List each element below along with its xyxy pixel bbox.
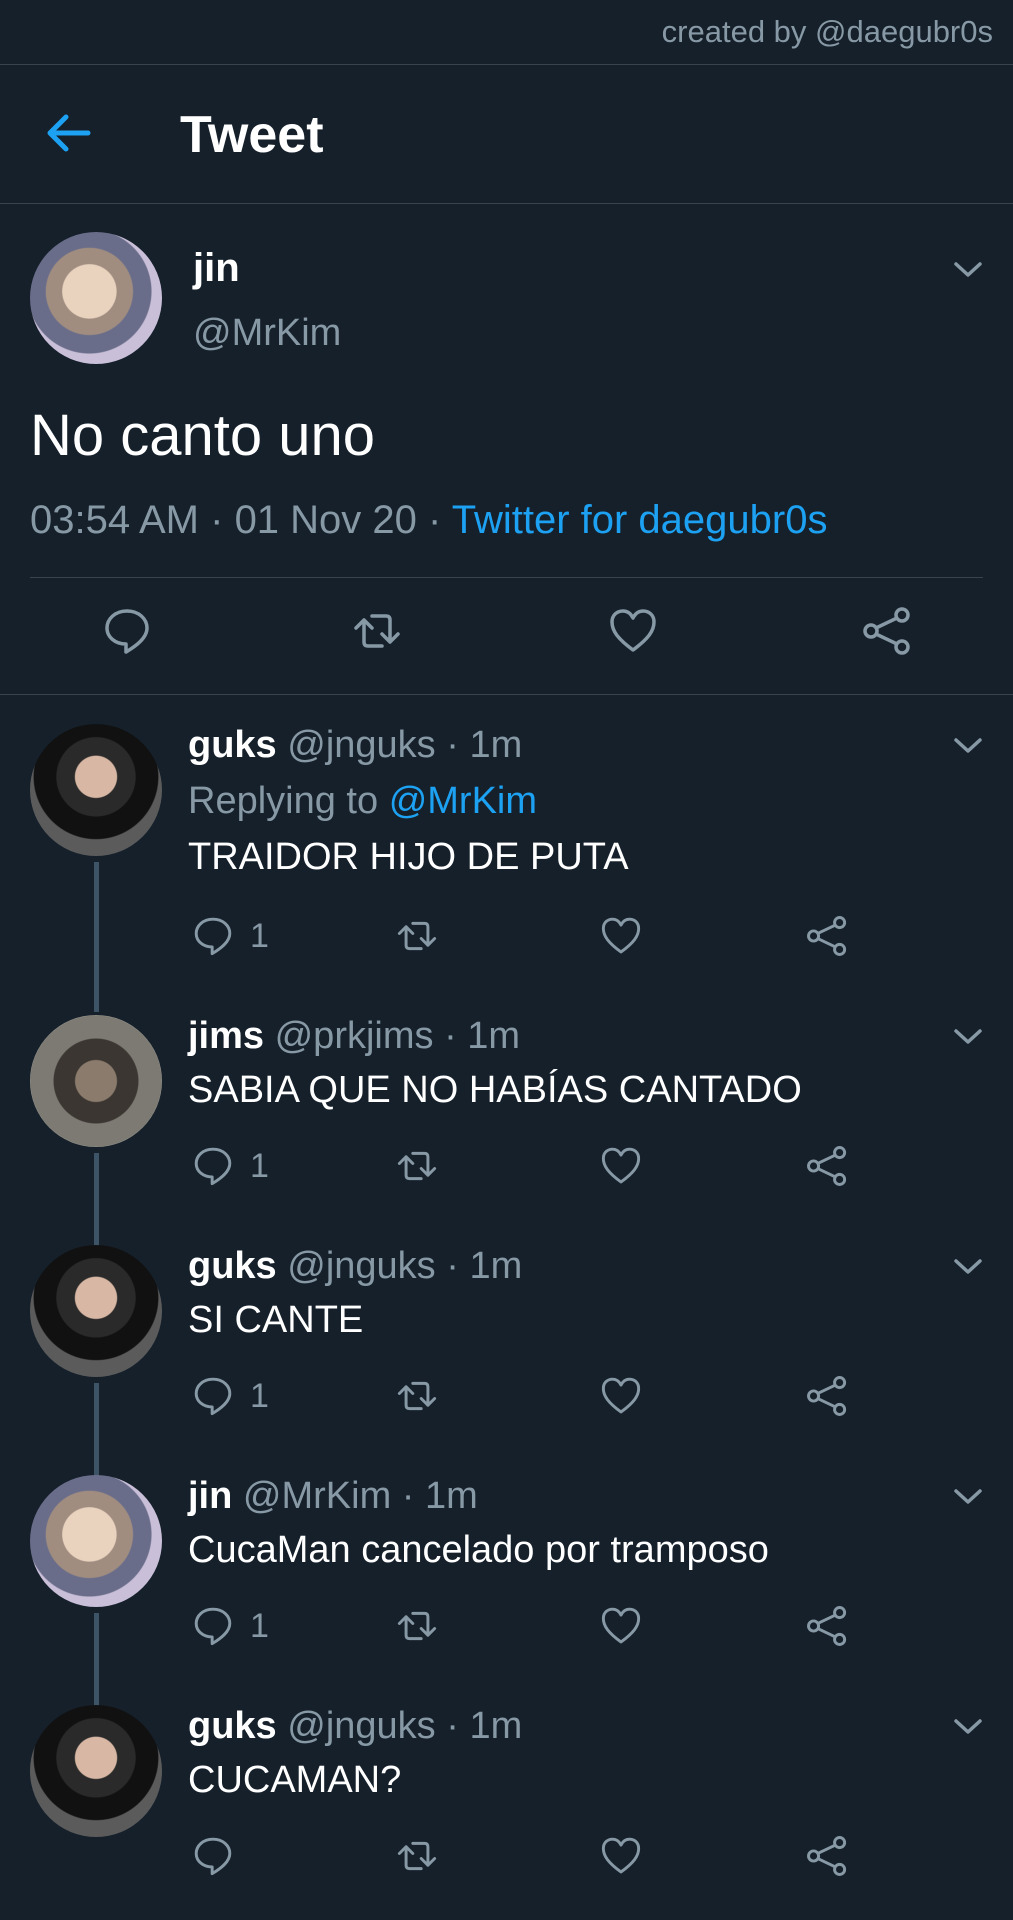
author-handle[interactable]: @jnguks [287, 1245, 435, 1287]
reply-time: 1m [469, 1705, 523, 1747]
replying-to: Replying to @MrKim [188, 780, 537, 823]
back-arrow-icon[interactable] [44, 111, 92, 155]
reply-header: guks @jnguks · 1m [188, 724, 523, 766]
like-heart-icon[interactable] [600, 1835, 642, 1877]
author-name[interactable]: jims [188, 1015, 264, 1057]
author-name[interactable]: guks [188, 724, 277, 766]
reply-header: jin @MrKim · 1m [188, 1475, 478, 1517]
avatar[interactable] [30, 1475, 162, 1607]
author-handle[interactable]: @MrKim [193, 312, 341, 355]
reply-text: SI CANTE [188, 1299, 364, 1341]
reply-actions: 1 [0, 915, 1013, 965]
chevron-down-icon[interactable] [953, 736, 983, 756]
like-heart-icon[interactable] [600, 1375, 642, 1417]
like-heart-icon[interactable] [600, 915, 642, 957]
author-name[interactable]: jin [193, 246, 240, 291]
reply-actions [0, 1835, 1013, 1885]
reply-time: 1m [469, 1245, 523, 1287]
tweet-meta: 03:54 AM · 01 Nov 20 · Twitter for daegu… [30, 498, 828, 542]
reply-actions: 1 [0, 1605, 1013, 1655]
share-icon[interactable] [862, 606, 912, 656]
reply-icon[interactable] [192, 915, 234, 957]
reply-time: 1m [467, 1015, 521, 1057]
reply-header: guks @jnguks · 1m [188, 1245, 523, 1287]
reply-text: CucaMan cancelado por tramposo [188, 1529, 769, 1571]
share-icon[interactable] [806, 915, 848, 957]
share-icon[interactable] [806, 1375, 848, 1417]
header-bar: Tweet [0, 65, 1013, 203]
author-handle[interactable]: @jnguks [287, 724, 435, 766]
reply-count: 1 [250, 917, 269, 955]
reply-actions: 1 [0, 1375, 1013, 1425]
chevron-down-icon[interactable] [953, 1257, 983, 1277]
avatar[interactable] [30, 1705, 162, 1837]
reply-tweet[interactable]: guks @jnguks · 1m Replying to @MrKim TRA… [0, 724, 1013, 1012]
reply-header: jims @prkjims · 1m [188, 1015, 521, 1057]
retweet-icon[interactable] [396, 1605, 438, 1647]
tweet-time: 03:54 AM [30, 498, 200, 542]
author-name[interactable]: jin [188, 1475, 232, 1517]
reply-icon[interactable] [192, 1605, 234, 1647]
tweet-actions [0, 606, 1013, 666]
like-heart-icon[interactable] [600, 1145, 642, 1187]
tweet-divider [30, 577, 983, 578]
replying-to-link[interactable]: @MrKim [389, 780, 537, 822]
reply-count: 1 [250, 1147, 269, 1185]
reply-actions: 1 [0, 1145, 1013, 1195]
author-handle[interactable]: @prkjims [275, 1015, 434, 1057]
chevron-down-icon[interactable] [953, 1487, 983, 1507]
tweet-text: No canto uno [30, 403, 376, 468]
reply-count: 1 [250, 1607, 269, 1645]
replying-label: Replying to [188, 780, 379, 822]
reply-time: 1m [425, 1475, 478, 1517]
retweet-icon[interactable] [396, 1375, 438, 1417]
chevron-down-icon[interactable] [953, 1717, 983, 1737]
avatar[interactable] [30, 232, 162, 364]
share-icon[interactable] [806, 1605, 848, 1647]
retweet-icon[interactable] [396, 1145, 438, 1187]
reply-header: guks @jnguks · 1m [188, 1705, 523, 1747]
reply-text: CUCAMAN? [188, 1759, 402, 1801]
retweet-icon[interactable] [396, 1835, 438, 1877]
reply-tweet[interactable]: guks @jnguks · 1m CUCAMAN? [0, 1705, 1013, 1915]
author-name[interactable]: guks [188, 1245, 277, 1287]
reply-tweet[interactable]: jims @prkjims · 1m SABIA QUE NO HABÍAS C… [0, 1015, 1013, 1253]
reply-time: 1m [469, 724, 523, 766]
reply-tweet[interactable]: jin @MrKim · 1m CucaMan cancelado por tr… [0, 1475, 1013, 1713]
share-icon[interactable] [806, 1835, 848, 1877]
reply-icon[interactable] [192, 1835, 234, 1877]
reply-icon[interactable] [192, 1375, 234, 1417]
reply-tweet[interactable]: guks @jnguks · 1m SI CANTE 1 [0, 1245, 1013, 1483]
avatar[interactable] [30, 724, 162, 856]
chevron-down-icon[interactable] [953, 1027, 983, 1047]
author-handle[interactable]: @jnguks [287, 1705, 435, 1747]
tweet-source-link[interactable]: Twitter for daegubr0s [452, 498, 828, 542]
reply-count: 1 [250, 1377, 269, 1415]
tweet-date: 01 Nov 20 [234, 498, 417, 542]
chevron-down-icon[interactable] [953, 260, 983, 280]
page-title: Tweet [180, 106, 324, 164]
reply-icon[interactable] [192, 1145, 234, 1187]
section-divider [0, 694, 1013, 695]
retweet-icon[interactable] [396, 915, 438, 957]
like-heart-icon[interactable] [608, 606, 658, 656]
retweet-icon[interactable] [352, 606, 402, 656]
creator-credit: created by @daegubr0s [661, 14, 993, 49]
reply-icon[interactable] [102, 606, 152, 656]
author-name[interactable]: guks [188, 1705, 277, 1747]
reply-text: SABIA QUE NO HABÍAS CANTADO [188, 1069, 802, 1111]
avatar[interactable] [30, 1015, 162, 1147]
author-handle[interactable]: @MrKim [243, 1475, 391, 1517]
main-tweet: jin @MrKim No canto uno 03:54 AM · 01 No… [0, 204, 1013, 694]
reply-text: TRAIDOR HIJO DE PUTA [188, 836, 629, 878]
avatar[interactable] [30, 1245, 162, 1377]
share-icon[interactable] [806, 1145, 848, 1187]
like-heart-icon[interactable] [600, 1605, 642, 1647]
